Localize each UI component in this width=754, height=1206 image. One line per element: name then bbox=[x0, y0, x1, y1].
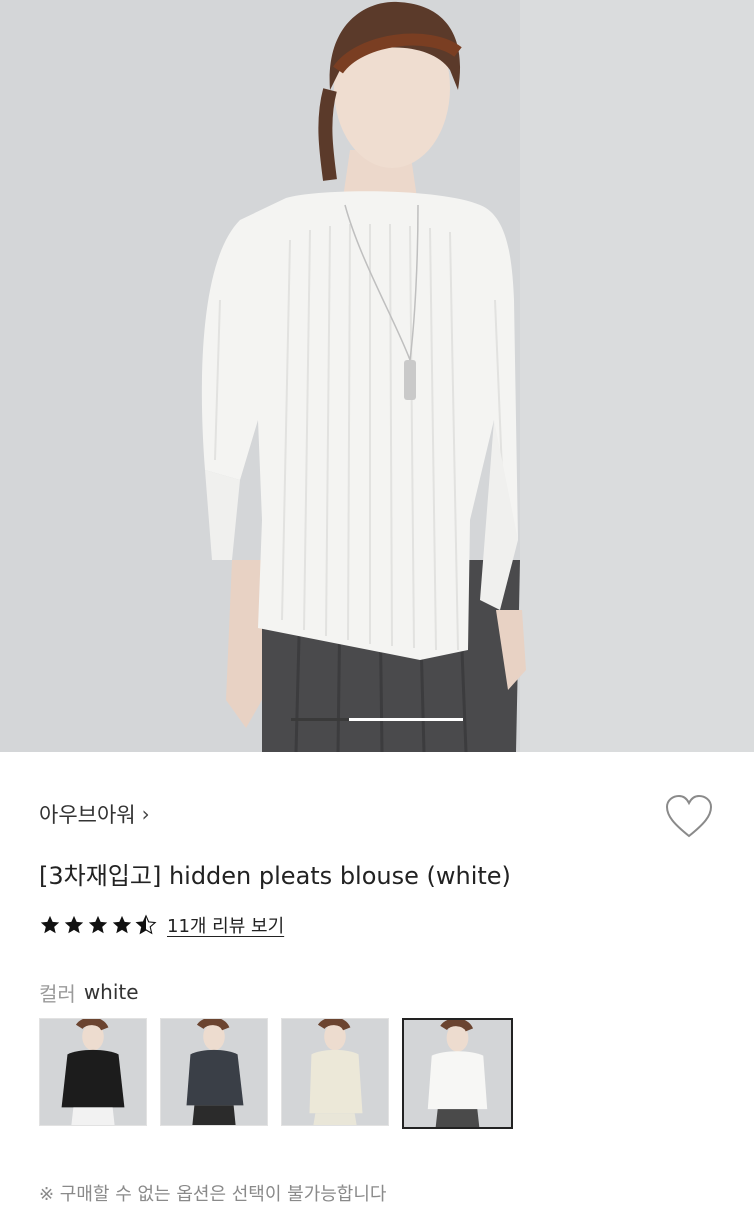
option-notice: ※ 구매할 수 없는 옵션은 선택이 불가능합니다 bbox=[39, 1184, 387, 1205]
star-full-icon bbox=[64, 915, 84, 934]
star-full-icon bbox=[88, 915, 108, 934]
color-swatch-list bbox=[39, 1018, 513, 1129]
brand-name: 아우브아워 bbox=[39, 803, 136, 827]
chevron-right-icon: › bbox=[141, 802, 150, 826]
rating-row: 11개 리뷰 보기 bbox=[39, 910, 284, 940]
color-swatch-cream[interactable] bbox=[281, 1018, 389, 1126]
reviews-link[interactable]: 11개 리뷰 보기 bbox=[167, 912, 284, 938]
color-selection-label: 컬러 white bbox=[39, 978, 139, 1006]
star-full-icon bbox=[112, 915, 132, 934]
brand-link[interactable]: 아우브아워 › bbox=[39, 798, 150, 830]
swatch-thumbnail bbox=[404, 1020, 511, 1127]
swatch-thumbnail bbox=[161, 1019, 267, 1125]
star-half-icon bbox=[135, 914, 157, 935]
image-carousel-indicator bbox=[291, 718, 463, 721]
rating-stars bbox=[39, 914, 157, 936]
product-title: [3차재입고] hidden pleats blouse (white) bbox=[39, 862, 511, 890]
swatch-thumbnail bbox=[282, 1019, 388, 1125]
color-swatch-charcoal[interactable] bbox=[160, 1018, 268, 1126]
color-swatch-white[interactable] bbox=[402, 1018, 513, 1129]
wishlist-heart-icon[interactable] bbox=[664, 794, 714, 840]
selected-color-value: white bbox=[83, 980, 139, 1004]
color-swatch-black[interactable] bbox=[39, 1018, 147, 1126]
swatch-thumbnail bbox=[40, 1019, 146, 1125]
color-label: 컬러 bbox=[39, 981, 76, 1006]
star-full-icon bbox=[40, 915, 60, 934]
model-photo bbox=[0, 0, 754, 752]
product-hero-image[interactable] bbox=[0, 0, 754, 752]
